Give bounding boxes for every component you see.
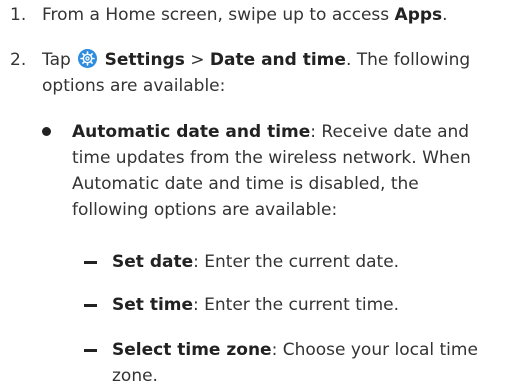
bullet-title: Automatic date and time: [72, 122, 311, 142]
sub-item-title: Select time zone: [112, 340, 272, 360]
step-text: From a Home screen, swipe up to access A…: [42, 5, 448, 25]
settings-gear-icon: [78, 49, 98, 68]
sub-item-description: : Enter the current time.: [193, 295, 400, 315]
sub-item-title: Set date: [112, 252, 194, 272]
step-1: 1. From a Home screen, swipe up to acces…: [10, 2, 499, 28]
dash-icon: [84, 261, 97, 264]
document: 1. From a Home screen, swipe up to acces…: [0, 0, 509, 391]
bullet-dot-icon: [42, 127, 51, 136]
sub-item-title: Set time: [112, 295, 194, 315]
sub-item-set-date: Set date: Enter the current date.: [84, 249, 502, 275]
sub-item-description: : Enter the current date.: [193, 252, 400, 272]
step-text: Tap Settings > Date and time. The follow…: [42, 49, 471, 96]
step-number: 1.: [10, 5, 27, 25]
bullet-automatic-date-time: Automatic date and time: Receive date an…: [42, 119, 492, 223]
step-number: 2.: [10, 50, 27, 70]
settings-label: Settings: [104, 50, 185, 70]
sub-item-set-time: Set time: Enter the current time.: [84, 292, 502, 318]
dash-icon: [84, 304, 97, 307]
sub-item-select-time-zone: Select time zone: Choose your local time…: [84, 337, 502, 389]
dash-icon: [84, 349, 97, 352]
apps-label: Apps: [394, 5, 443, 25]
date-and-time-label: Date and time: [209, 50, 346, 70]
step-2: 2. Tap Settings > Date and time. The fol…: [10, 47, 499, 99]
